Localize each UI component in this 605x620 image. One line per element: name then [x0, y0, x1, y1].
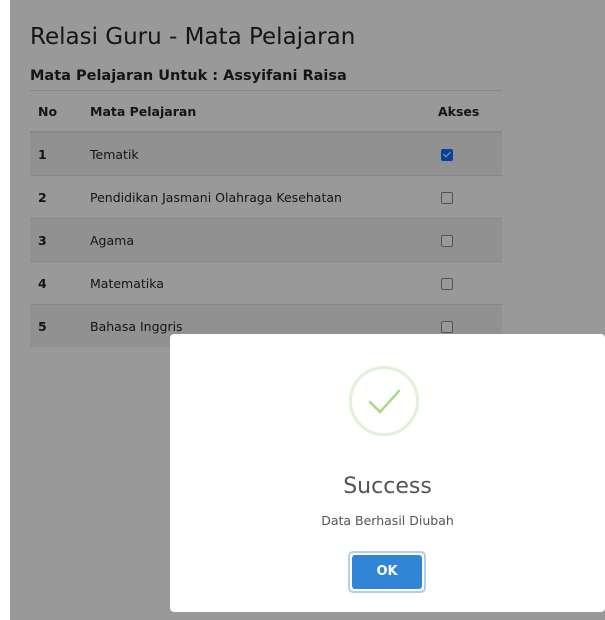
success-check-icon	[349, 366, 419, 436]
ok-button[interactable]: OK	[348, 551, 426, 593]
success-dialog: Success Data Berhasil Diubah OK	[170, 334, 605, 612]
ok-button-label: OK	[352, 555, 422, 589]
dialog-title: Success	[343, 474, 432, 499]
dialog-message: Data Berhasil Diubah	[321, 513, 454, 528]
